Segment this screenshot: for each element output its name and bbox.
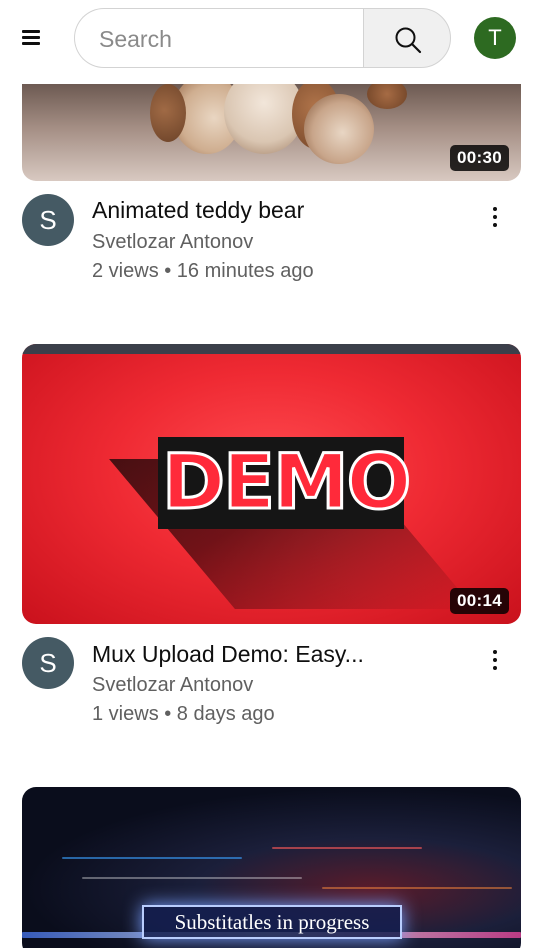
more-options-icon[interactable] [480, 647, 510, 677]
more-options-icon[interactable] [480, 204, 510, 234]
video-meta: 2 views • 16 minutes ago [92, 260, 314, 282]
light-streak [322, 887, 512, 889]
search-button[interactable] [363, 8, 451, 68]
video-thumbnail[interactable]: 00:30 [22, 84, 521, 181]
user-avatar[interactable]: T [474, 17, 516, 59]
top-header: T [0, 0, 542, 76]
channel-name[interactable]: Svetlozar Antonov [92, 674, 253, 697]
thumbnail-screen-bar [22, 344, 521, 354]
video-meta: 1 views • 8 days ago [92, 703, 275, 725]
light-streak [82, 877, 302, 879]
search-input[interactable] [99, 23, 349, 55]
light-streak [272, 847, 422, 849]
video-duration-badge: 00:14 [450, 588, 509, 614]
light-streak [62, 857, 242, 859]
thumbnail-demo-text: DEMO [161, 436, 413, 528]
search-box [74, 8, 364, 68]
teddy-paw-image [367, 84, 407, 109]
teddy-paw-image [150, 84, 186, 142]
video-title[interactable]: Mux Upload Demo: Easy... [92, 641, 364, 668]
video-title[interactable]: Animated teddy bear [92, 197, 304, 224]
video-duration-badge: 00:30 [450, 145, 509, 171]
subtitle-banner: Substitatles in progress [142, 905, 402, 939]
channel-avatar[interactable]: S [22, 637, 74, 689]
teddy-paw-image [304, 94, 374, 164]
channel-avatar[interactable]: S [22, 194, 74, 246]
hamburger-menu-icon[interactable] [14, 22, 48, 54]
video-thumbnail[interactable]: Substitatles in progress [22, 787, 521, 948]
search-icon [395, 27, 422, 54]
video-thumbnail[interactable]: DEMO 00:14 [22, 344, 521, 624]
channel-name[interactable]: Svetlozar Antonov [92, 231, 253, 254]
